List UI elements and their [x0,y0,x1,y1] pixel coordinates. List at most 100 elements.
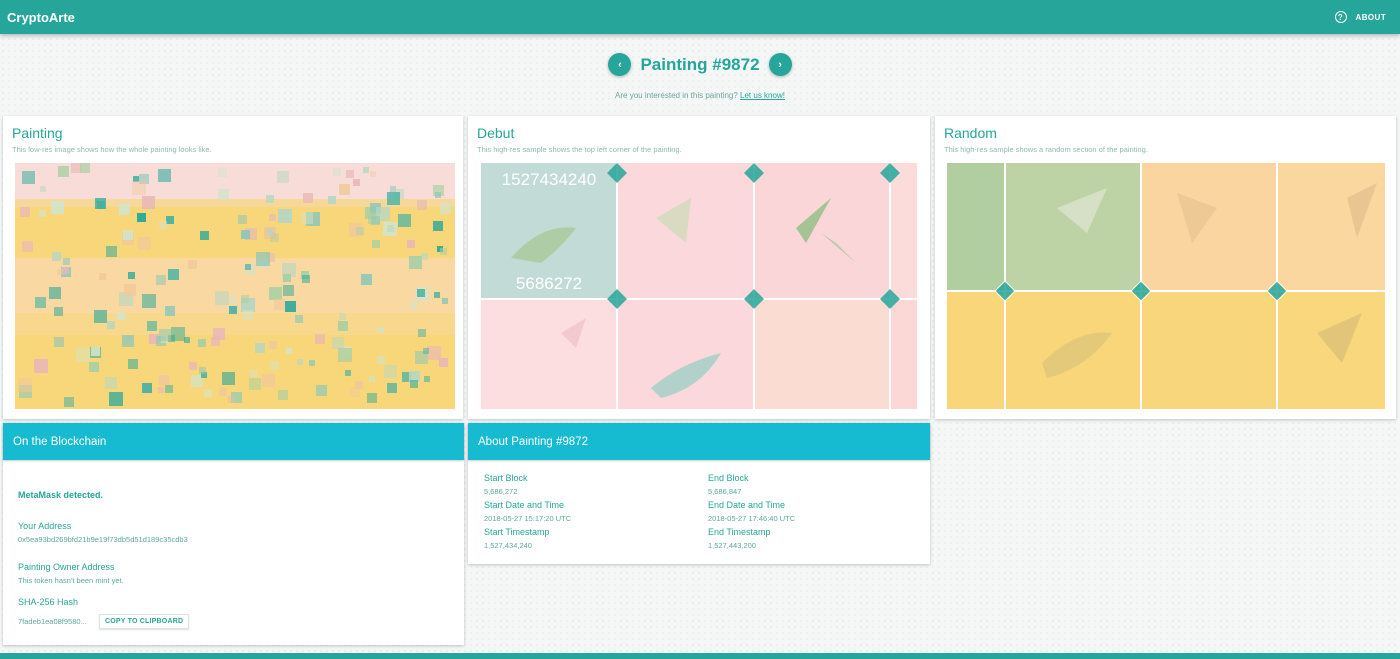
mosaic-tile [132,181,146,195]
mosaic-tile [211,337,220,346]
mosaic-tile [269,341,277,349]
mosaic-tile [80,163,90,173]
mosaic-tile [158,169,171,182]
start-datetime-label: Start Date and Time [484,500,565,510]
owner-address-label: Painting Owner Address [18,562,115,572]
mosaic-tile [435,192,441,198]
mosaic-tile [95,198,106,209]
mosaic-tile [184,337,190,343]
mosaic-tile [245,264,251,270]
mosaic-tile [356,227,364,235]
blockchain-card: On the Blockchain MetaMask detected. You… [3,423,464,645]
mosaic-tile [18,378,32,392]
mosaic-tile [369,376,375,382]
mosaic-tile [338,348,352,362]
mosaic-tile [345,370,351,376]
mosaic-tile [269,287,282,300]
mosaic-tile [89,362,99,372]
mosaic-tile [57,269,63,275]
about-painting-card: About Painting #9872 Start Block 5,686,2… [468,423,930,564]
end-datetime-value: 2018-05-27 17:46:40 UTC [708,514,796,523]
mosaic-tile [22,241,33,252]
mosaic-tile [147,321,157,331]
mosaic-tile [109,392,123,406]
mosaic-tile [39,210,46,217]
random-card-subtitle: This high-res sample shows a random sect… [944,145,1148,154]
mosaic-tile [166,216,174,224]
mosaic-tile [367,393,377,403]
mosaic-tile [361,274,372,285]
mosaic-tile [256,252,270,266]
mosaic-tile [442,298,448,304]
mosaic-tile [286,348,292,354]
app-title[interactable]: CryptoArte [7,10,75,25]
mosaic-tile [433,221,443,231]
painting-card-subtitle: This low-res image shows how the whole p… [12,145,212,154]
mosaic-tile [421,253,428,260]
mosaic-tile [58,166,69,177]
mosaic-tile [440,203,451,214]
blockchain-card-header: On the Blockchain [3,423,464,460]
painting-card: Painting This low-res image shows how th… [3,116,463,419]
mosaic-tile [54,307,63,316]
mosaic-tile [274,299,285,310]
mosaic-tile [159,329,171,341]
copy-to-clipboard-button[interactable]: COPY TO CLIPBOARD [99,614,190,629]
previous-painting-button[interactable]: ‹ [608,53,632,76]
mosaic-tile [165,385,173,393]
mosaic-tile [215,291,229,305]
random-sample-image [947,163,1385,409]
mosaic-tile [285,301,296,312]
mosaic-tile [106,246,117,257]
mosaic-tile [363,167,369,173]
app-bar: CryptoArte ? ABOUT [0,0,1400,34]
mosaic-tile [339,313,346,320]
footer-bar [0,653,1400,659]
mosaic-tile [107,321,115,329]
mosaic-tile [378,327,384,333]
mosaic-tile [34,359,48,373]
mosaic-tile [269,214,276,221]
mosaic-tile [267,229,273,235]
about-button[interactable]: ? ABOUT [1334,11,1386,23]
mosaic-tile [142,196,155,209]
mosaic-tile [266,195,274,203]
end-timestamp-label: End Timestamp [708,527,771,537]
mosaic-tile [333,168,341,176]
mosaic-tile [165,306,175,316]
mosaic-tile [229,306,237,314]
mosaic-tile [22,171,35,184]
mosaic-tile [218,168,227,177]
mosaic-tile [117,312,125,320]
mosaic-tile [94,310,107,323]
mosaic-tile [332,337,344,349]
mosaic-tile [410,380,418,388]
end-block-label: End Block [708,473,749,483]
mosaic-tile [218,189,229,200]
mosaic-tile [295,315,303,323]
mosaic-tile [230,297,236,303]
mosaic-tile [222,372,235,385]
help-circle-icon: ? [1334,11,1347,23]
about-painting-header: About Painting #9872 [468,423,930,460]
mosaic-tile [424,376,430,382]
let-us-know-link[interactable]: Let us know! [740,91,785,100]
mosaic-tile [54,337,64,347]
mosaic-tile [387,383,397,393]
mosaic-tile [439,358,448,367]
hash-value: 7fadeb1ea08f9580... [18,617,87,626]
chevron-left-icon: ‹ [618,58,622,71]
start-timestamp-value: 1,527,434,240 [484,541,532,550]
mosaic-tile [283,274,291,282]
mosaic-tile [40,186,46,192]
next-painting-button[interactable]: › [768,53,792,76]
chevron-right-icon: › [778,58,782,71]
painting-title-row: ‹ Painting #9872 › [0,53,1400,76]
mosaic-tile [270,361,279,370]
random-card-title: Random [944,125,997,141]
mosaic-tile [200,231,209,240]
mosaic-tile [440,248,447,255]
mosaic-tile [434,292,440,298]
mosaic-tile [372,240,380,248]
debut-top-number: 1527434240 [502,170,597,189]
